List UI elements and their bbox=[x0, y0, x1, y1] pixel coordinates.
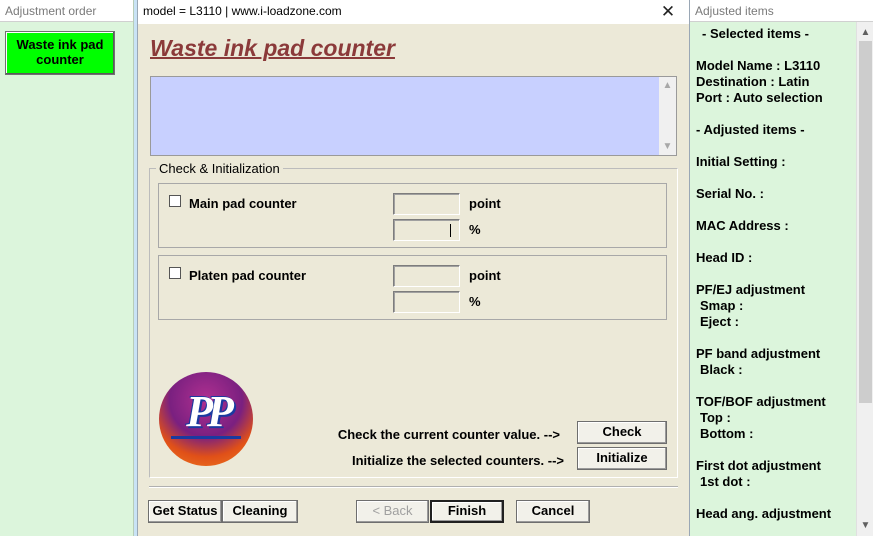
list-item: First dot adjustment bbox=[696, 458, 821, 473]
platen-pad-point-unit: point bbox=[469, 268, 501, 283]
pp-logo-icon: PP bbox=[159, 372, 253, 466]
adjusted-items-list: - Selected items - Model Name : L3110 De… bbox=[690, 22, 856, 536]
log-scrollbar[interactable]: ▲ ▼ bbox=[659, 77, 676, 155]
cancel-button[interactable]: Cancel bbox=[516, 500, 590, 523]
up-arrow-icon[interactable]: ▲ bbox=[659, 77, 676, 94]
get-status-button[interactable]: Get Status bbox=[148, 500, 222, 523]
group-label: Check & Initialization bbox=[156, 161, 283, 176]
list-item: Destination : Latin bbox=[696, 74, 810, 89]
list-item: Eject : bbox=[700, 314, 740, 329]
dialog-titlebar: model = L3110 | www.i-loadzone.com ✕ bbox=[138, 0, 689, 24]
list-item: Top : bbox=[700, 410, 731, 425]
scrollbar-thumb[interactable] bbox=[859, 41, 872, 403]
list-item: - Adjusted items - bbox=[696, 122, 805, 137]
adjusted-items-scrollbar[interactable]: ▲ ▼ bbox=[856, 22, 873, 536]
platen-pad-point-field bbox=[393, 265, 460, 287]
list-item: PF/EJ adjustment bbox=[696, 282, 806, 297]
initialize-instruction: Initialize the selected counters. --> bbox=[351, 453, 564, 468]
list-item: Head ID : bbox=[696, 250, 753, 265]
platen-pad-section: Platen pad counter point % bbox=[158, 255, 667, 320]
main-pad-label[interactable]: Main pad counter bbox=[189, 196, 297, 211]
list-item: PF band adjustment bbox=[696, 346, 821, 361]
logo-letters: PP bbox=[186, 387, 234, 436]
main-pad-point-unit: point bbox=[469, 196, 501, 211]
adjusted-items-title: Adjusted items bbox=[690, 0, 873, 22]
separator bbox=[149, 486, 678, 488]
close-icon[interactable]: ✕ bbox=[647, 0, 689, 24]
list-item: Head ang. adjustment bbox=[696, 506, 832, 521]
main-pad-percent-field bbox=[393, 219, 460, 241]
up-arrow-icon[interactable]: ▲ bbox=[857, 24, 873, 41]
main-pad-percent-unit: % bbox=[469, 222, 481, 237]
list-item: MAC Address : bbox=[696, 218, 789, 233]
adjusted-items-panel: Adjusted items - Selected items - Model … bbox=[690, 0, 873, 536]
platen-pad-checkbox[interactable] bbox=[169, 267, 181, 279]
list-item: 1st dot : bbox=[700, 474, 751, 489]
main-pad-point-field bbox=[393, 193, 460, 215]
cleaning-button[interactable]: Cleaning bbox=[222, 500, 298, 523]
list-item: - Selected items - bbox=[702, 26, 809, 41]
list-item: Serial No. : bbox=[696, 186, 764, 201]
page-title: Waste ink pad counter bbox=[150, 35, 395, 61]
down-arrow-icon[interactable]: ▼ bbox=[857, 517, 873, 534]
adjustment-order-panel: Adjustment order Waste ink pad counter bbox=[0, 0, 134, 536]
list-item: TOF/BOF adjustment bbox=[696, 394, 826, 409]
check-button[interactable]: Check bbox=[577, 421, 667, 444]
platen-pad-percent-field bbox=[393, 291, 460, 313]
adjustment-order-title: Adjustment order bbox=[0, 0, 133, 22]
logo-underline bbox=[171, 436, 241, 439]
platen-pad-label[interactable]: Platen pad counter bbox=[189, 268, 306, 283]
list-item: Port : Auto selection bbox=[696, 90, 823, 105]
text-cursor bbox=[450, 224, 451, 237]
list-item: Initial Setting : bbox=[696, 154, 786, 169]
waste-ink-pad-counter-item[interactable]: Waste ink pad counter bbox=[5, 31, 115, 75]
log-output-area[interactable]: ▲ ▼ bbox=[150, 76, 677, 156]
check-instruction: Check the current counter value. --> bbox=[337, 427, 560, 442]
finish-button[interactable]: Finish bbox=[430, 500, 504, 523]
list-item: Model Name : L3110 bbox=[696, 58, 821, 73]
back-button: < Back bbox=[356, 500, 429, 523]
list-item: Smap : bbox=[700, 298, 744, 313]
dialog-body: Waste ink pad counter ▲ ▼ Check & Initia… bbox=[138, 24, 689, 536]
main-pad-checkbox[interactable] bbox=[169, 195, 181, 207]
initialize-button[interactable]: Initialize bbox=[577, 447, 667, 470]
down-arrow-icon[interactable]: ▼ bbox=[659, 138, 676, 155]
list-item: Bottom : bbox=[700, 426, 754, 441]
list-item: Black : bbox=[700, 362, 743, 377]
platen-pad-percent-unit: % bbox=[469, 294, 481, 309]
main-pad-section: Main pad counter point % bbox=[158, 183, 667, 248]
waste-ink-dialog: model = L3110 | www.i-loadzone.com ✕ Was… bbox=[137, 0, 690, 536]
dialog-title: model = L3110 | www.i-loadzone.com bbox=[143, 4, 342, 18]
